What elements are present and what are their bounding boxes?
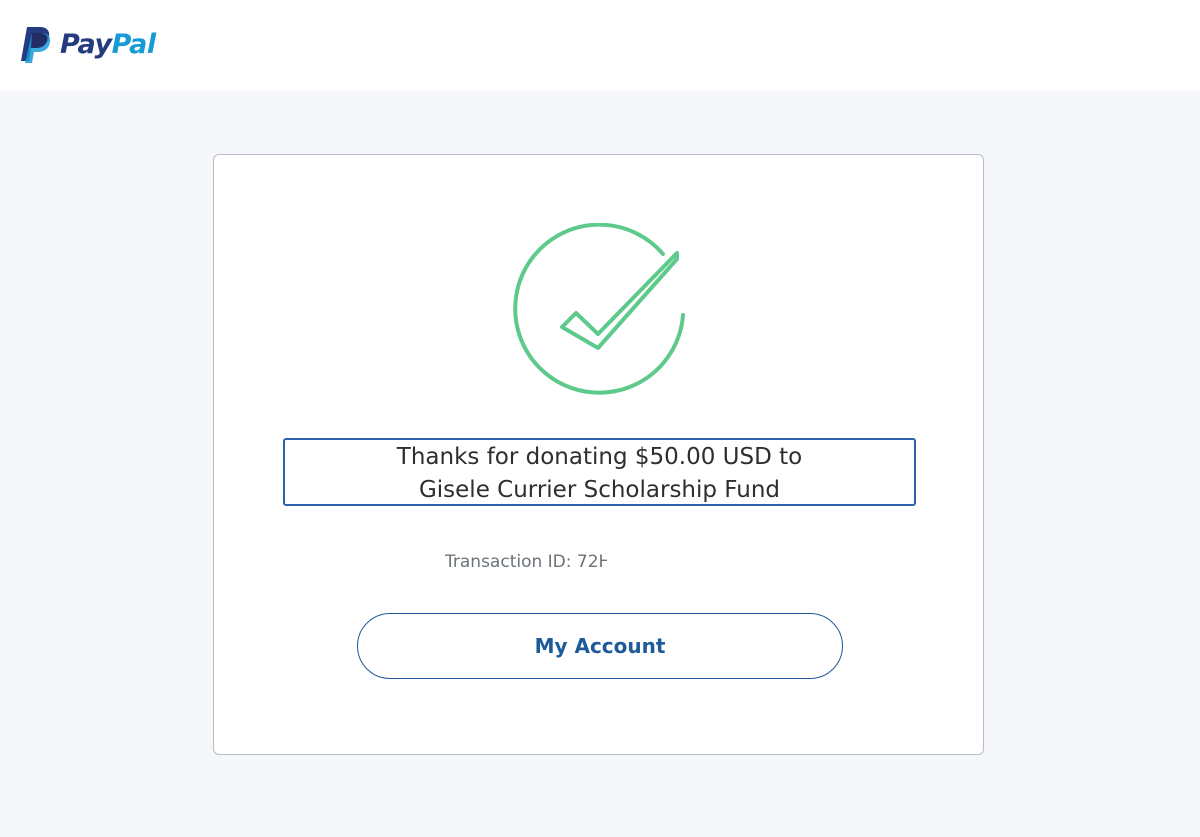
donation-message-line2: Gisele Currier Scholarship Fund: [418, 477, 781, 503]
confirmation-card: Thanks for donating $50.00 USD to Gisele…: [213, 154, 984, 755]
header: PayPal: [0, 0, 1200, 91]
donation-message: Thanks for donating $50.00 USD to Gisele…: [283, 438, 916, 506]
logo-text-pay: Pay: [60, 28, 112, 60]
paypal-logo[interactable]: PayPal: [18, 24, 156, 64]
paypal-wordmark: PayPal: [60, 29, 156, 60]
logo-text-pal: Pal: [111, 28, 157, 60]
paypal-p-icon: [21, 27, 51, 63]
check-circle-icon: [513, 223, 685, 395]
donation-message-line1: Thanks for donating $50.00 USD to: [396, 444, 803, 470]
transaction-id: Transaction ID: 72H: [445, 552, 607, 572]
my-account-button[interactable]: My Account: [357, 613, 843, 679]
